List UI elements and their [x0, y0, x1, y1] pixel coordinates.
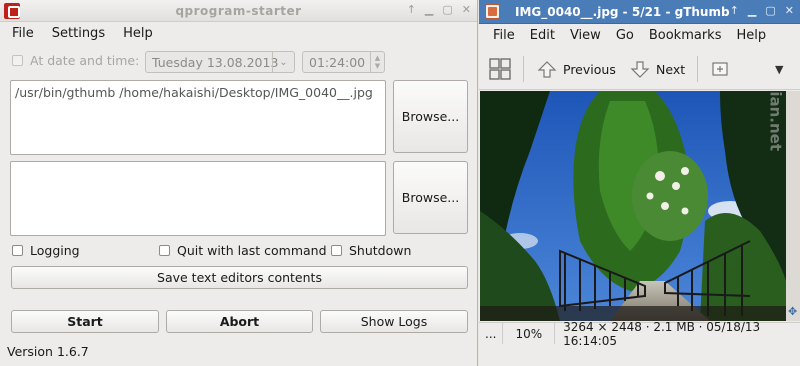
arrow-up-icon	[537, 61, 557, 78]
maximize-icon[interactable]: ▢	[442, 3, 452, 16]
menu-help[interactable]: Help	[123, 26, 153, 41]
time-value: 01:24:00	[309, 55, 366, 70]
toolbar-separator	[523, 56, 524, 82]
save-text-button[interactable]: Save text editors contents	[11, 266, 468, 289]
at-date-checkbox[interactable]	[12, 55, 23, 66]
version-label: Version 1.6.7	[7, 344, 89, 359]
toolbar-overflow-menu[interactable]: ▼	[775, 56, 783, 82]
at-date-label: At date and time:	[30, 53, 140, 68]
grid-icon	[489, 58, 511, 80]
maximize-icon[interactable]: ▢	[765, 4, 775, 17]
vertical-scrollbar[interactable]: ✥	[786, 91, 800, 321]
abort-button[interactable]: Abort	[166, 310, 313, 333]
show-logs-button[interactable]: Show Logs	[320, 310, 468, 333]
close-icon[interactable]: ✕	[785, 4, 794, 17]
next-label: Next	[656, 61, 686, 77]
menu-go[interactable]: Go	[616, 28, 634, 43]
command-text-editor-1[interactable]: /usr/bin/gthumb /home/hakaishi/Desktop/I…	[10, 80, 386, 155]
previous-button[interactable]: Previous	[537, 56, 616, 82]
keep-above-icon[interactable]: ↑	[407, 3, 416, 16]
command-text-editor-2[interactable]	[10, 161, 386, 236]
time-spinbox[interactable]: 01:24:00 ▲ ▼	[302, 51, 385, 73]
status-more-button[interactable]: ...	[479, 323, 504, 344]
toolbar: Previous Next ▼	[479, 48, 800, 90]
menu-view[interactable]: View	[570, 28, 601, 43]
close-icon[interactable]: ✕	[462, 3, 471, 16]
browse-button-1[interactable]: Browse...	[393, 80, 468, 153]
gthumb-window: IMG_0040__.jpg - 5/21 - gThumb ↑ ▁ ▢ ✕ F…	[479, 0, 800, 366]
menubar: File Settings Help	[0, 22, 477, 44]
quit-last-checkbox[interactable]	[159, 245, 170, 256]
menu-settings[interactable]: Settings	[52, 26, 105, 41]
image-viewer[interactable]: screenshots.debian.net	[480, 91, 786, 321]
fullscreen-icon	[712, 62, 728, 76]
quit-last-label: Quit with last command	[177, 243, 327, 258]
image-info: 3264 × 2448 · 2.1 MB · 05/18/13 16:14:05	[563, 319, 761, 348]
watermark-text: screenshots.debian.net	[766, 91, 784, 151]
qprogram-starter-window: qprogram-starter ↑ ▁ ▢ ✕ File Settings H…	[0, 0, 478, 366]
browser-view-button[interactable]	[489, 56, 511, 82]
chevron-down-icon[interactable]: ⌄	[272, 52, 294, 72]
arrow-down-icon	[630, 61, 650, 78]
command-1-text: /usr/bin/gthumb /home/hakaishi/Desktop/I…	[15, 85, 373, 100]
photo-image	[480, 91, 786, 321]
menu-file[interactable]: File	[493, 28, 515, 43]
window-title: qprogram-starter	[175, 4, 302, 18]
menu-file[interactable]: File	[12, 26, 34, 41]
titlebar[interactable]: IMG_0040__.jpg - 5/21 - gThumb ↑ ▁ ▢ ✕	[479, 0, 800, 24]
logging-label: Logging	[30, 243, 80, 258]
next-button[interactable]: Next	[630, 56, 685, 82]
menu-bookmarks[interactable]: Bookmarks	[649, 28, 722, 43]
caret-down-icon: ▼	[775, 62, 784, 76]
statusbar: ... 10% 3264 × 2448 · 2.1 MB · 05/18/13 …	[479, 319, 800, 348]
window-title: IMG_0040__.jpg - 5/21 - gThumb	[515, 5, 730, 19]
browse-button-2[interactable]: Browse...	[393, 161, 468, 234]
start-button[interactable]: Start	[11, 310, 159, 333]
logging-checkbox[interactable]	[12, 245, 23, 256]
menu-help[interactable]: Help	[736, 28, 766, 43]
minimize-icon[interactable]: ▁	[748, 4, 756, 17]
date-combo[interactable]: Tuesday 13.08.2013 ⌄	[145, 51, 295, 73]
keep-above-icon[interactable]: ↑	[730, 4, 739, 17]
titlebar[interactable]: qprogram-starter ↑ ▁ ▢ ✕	[0, 0, 477, 22]
shutdown-label: Shutdown	[349, 243, 412, 258]
toolbar-separator	[697, 56, 698, 82]
previous-label: Previous	[563, 61, 616, 77]
spinner-arrows-icon[interactable]: ▲ ▼	[370, 52, 384, 72]
minimize-icon[interactable]: ▁	[425, 3, 433, 16]
zoom-level: 10%	[503, 323, 556, 344]
menu-edit[interactable]: Edit	[530, 28, 555, 43]
shutdown-checkbox[interactable]	[331, 245, 342, 256]
date-value: Tuesday 13.08.2013	[152, 55, 279, 70]
move-cross-icon[interactable]: ✥	[788, 305, 797, 318]
gthumb-app-icon	[485, 4, 500, 19]
menubar: File Edit View Go Bookmarks Help	[479, 24, 800, 46]
fullscreen-button[interactable]	[711, 56, 729, 82]
